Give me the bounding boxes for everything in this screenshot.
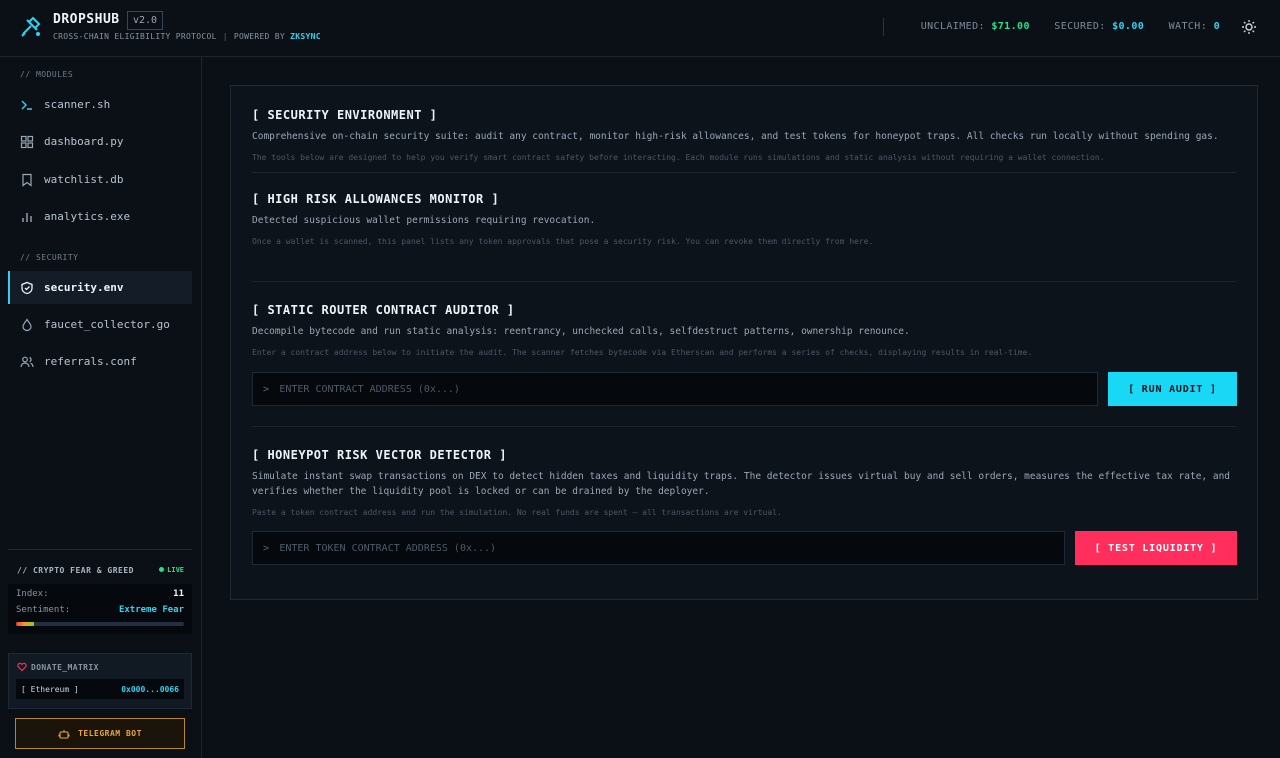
sidebar-item-label: faucet_collector.go xyxy=(44,318,170,331)
token-address-field[interactable]: > xyxy=(252,531,1065,565)
section-note: The tools below are designed to help you… xyxy=(252,153,1105,162)
section-title: [ HONEYPOT RISK VECTOR DETECTOR ] xyxy=(252,448,507,462)
users-icon xyxy=(20,356,34,367)
sidebar-item-faucet[interactable]: faucet_collector.go xyxy=(8,308,192,341)
sidebar-item-security[interactable]: security.env xyxy=(8,271,192,304)
tagline: CROSS-CHAIN ELIGIBILITY PROTOCOL | POWERED… xyxy=(53,32,321,41)
section-note: Paste a token contract address and run t… xyxy=(252,508,782,517)
sidebar-item-label: dashboard.py xyxy=(44,135,124,148)
fear-greed-gauge xyxy=(16,622,184,626)
sentiment-value: Extreme Fear xyxy=(118,605,184,615)
stat-unclaimed-value: $71.00 xyxy=(991,21,1030,32)
auditor-section: [ STATIC ROUTER CONTRACT AUDITOR ] Decom… xyxy=(252,303,1236,359)
live-label: LIVE xyxy=(167,566,184,574)
tagline-separator: | xyxy=(222,32,228,41)
donate-title: DONATE_MATRIX xyxy=(17,662,99,672)
telegram-bot-label: TELEGRAM BOT xyxy=(78,729,142,738)
powered-by-label: POWERED BY xyxy=(233,32,286,41)
security-section-label: // SECURITY xyxy=(20,253,79,262)
stat-unclaimed: UNCLAIMED: $71.00 xyxy=(921,21,1037,32)
prompt-glyph: > xyxy=(263,542,270,554)
donate-address[interactable]: 0x000...0066 xyxy=(121,685,179,694)
section-description: Decompile bytecode and run static analys… xyxy=(252,326,910,337)
stat-secured: SECURED: $0.00 xyxy=(1054,21,1150,32)
fear-greed-sentiment-row: Sentiment: Extreme Fear xyxy=(16,605,184,615)
powered-brand-link[interactable]: ZKSYNC xyxy=(290,32,321,41)
grid-icon xyxy=(20,135,34,148)
index-label: Index: xyxy=(16,589,49,599)
stat-watch-value: 0 xyxy=(1213,21,1220,32)
sidebar-item-referrals[interactable]: referrals.conf xyxy=(8,345,192,378)
section-divider xyxy=(252,426,1236,427)
section-title: [ HIGH RISK ALLOWANCES MONITOR ] xyxy=(252,192,500,206)
header-stats: UNCLAIMED: $71.00 SECURED: $0.00 WATCH: … xyxy=(882,18,1220,36)
stat-watch-label: WATCH: xyxy=(1168,21,1208,32)
fear-greed-title: // CRYPTO FEAR & GREED xyxy=(17,566,134,575)
contract-address-input[interactable] xyxy=(279,383,1030,395)
sidebar-item-analytics[interactable]: analytics.exe xyxy=(8,200,192,233)
version-badge: v2.0 xyxy=(127,11,164,30)
sidebar-item-label: watchlist.db xyxy=(44,173,124,186)
section-note: Once a wallet is scanned, this panel lis… xyxy=(252,237,874,246)
test-liquidity-button[interactable]: [ TEST LIQUIDITY ] xyxy=(1075,531,1237,565)
section-title: [ SECURITY ENVIRONMENT ] xyxy=(252,108,438,122)
sidebar-item-dashboard[interactable]: dashboard.py xyxy=(8,125,192,158)
sidebar-item-label: scanner.sh xyxy=(44,98,111,111)
heart-icon xyxy=(17,662,27,672)
robot-icon xyxy=(58,729,70,739)
sidebar-item-label: analytics.exe xyxy=(44,210,131,223)
section-title: [ STATIC ROUTER CONTRACT AUDITOR ] xyxy=(252,303,515,317)
section-description: Detected suspicious wallet permissions r… xyxy=(252,215,596,226)
stat-watch: WATCH: 0 xyxy=(1169,21,1220,32)
sidebar-item-scanner[interactable]: scanner.sh xyxy=(8,88,192,121)
stat-secured-value: $0.00 xyxy=(1112,21,1145,32)
section-divider xyxy=(252,281,1236,282)
donate-address-row[interactable]: [ Ethereum ] 0x000...0066 xyxy=(16,679,184,699)
droplet-icon xyxy=(22,317,32,331)
fear-greed-widget: // CRYPTO FEAR & GREED LIVE Index: 11 Se… xyxy=(8,549,192,637)
tagline-text: CROSS-CHAIN ELIGIBILITY PROTOCOL xyxy=(53,32,217,41)
index-value: 11 xyxy=(173,589,184,599)
run-audit-button[interactable]: [ RUN AUDIT ] xyxy=(1108,372,1237,406)
shield-icon xyxy=(21,281,33,294)
sidebar-item-label: security.env xyxy=(44,281,124,294)
bar-chart-icon xyxy=(22,212,32,222)
allowances-section: [ HIGH RISK ALLOWANCES MONITOR ] Detecte… xyxy=(252,192,1236,248)
terminal-icon xyxy=(21,100,32,110)
bookmark-icon xyxy=(22,173,32,187)
fear-greed-gauge-fill xyxy=(16,622,35,626)
section-note: Enter a contract address below to initia… xyxy=(252,348,1033,357)
section-description: Comprehensive on-chain security suite: a… xyxy=(252,131,1219,142)
top-header: DROPSHUB v2.0 CROSS-CHAIN ELIGIBILITY PR… xyxy=(0,0,1280,57)
stats-divider xyxy=(882,18,884,36)
modules-section-label: // MODULES xyxy=(20,70,74,79)
fear-greed-panel: Index: 11 Sentiment: Extreme Fear xyxy=(8,584,192,634)
donate-title-text: DONATE_MATRIX xyxy=(31,662,99,672)
brand-name: DROPSHUB xyxy=(53,12,120,27)
live-dot-icon xyxy=(159,567,165,572)
fear-greed-index-row: Index: 11 xyxy=(16,589,184,599)
section-divider xyxy=(252,172,1236,173)
security-environment-section: [ SECURITY ENVIRONMENT ] Comprehensive o… xyxy=(252,108,1236,164)
logo-icon xyxy=(21,16,41,37)
stat-secured-label: SECURED: xyxy=(1054,21,1106,32)
sidebar-item-label: referrals.conf xyxy=(44,355,137,368)
donate-network: [ Ethereum ] xyxy=(21,684,79,694)
prompt-glyph: > xyxy=(263,383,270,395)
stat-unclaimed-label: UNCLAIMED: xyxy=(920,21,985,32)
donate-widget: DONATE_MATRIX [ Ethereum ] 0x000...0066 xyxy=(8,653,192,709)
sentiment-label: Sentiment: xyxy=(16,605,71,615)
telegram-bot-button[interactable]: TELEGRAM BOT xyxy=(15,718,185,749)
sidebar: // MODULES scanner.sh dashboard.py watch… xyxy=(0,57,202,758)
security-environment-panel: [ SECURITY ENVIRONMENT ] Comprehensive o… xyxy=(230,85,1258,600)
contract-address-field[interactable]: > xyxy=(252,372,1098,406)
section-description: Simulate instant swap transactions on DE… xyxy=(252,471,1231,497)
honeypot-section: [ HONEYPOT RISK VECTOR DETECTOR ] Simula… xyxy=(252,448,1236,519)
sidebar-item-watchlist[interactable]: watchlist.db xyxy=(8,163,192,196)
live-indicator: LIVE xyxy=(159,566,184,574)
token-address-input[interactable] xyxy=(279,542,1001,554)
theme-toggle-sun-icon[interactable] xyxy=(1241,19,1257,35)
